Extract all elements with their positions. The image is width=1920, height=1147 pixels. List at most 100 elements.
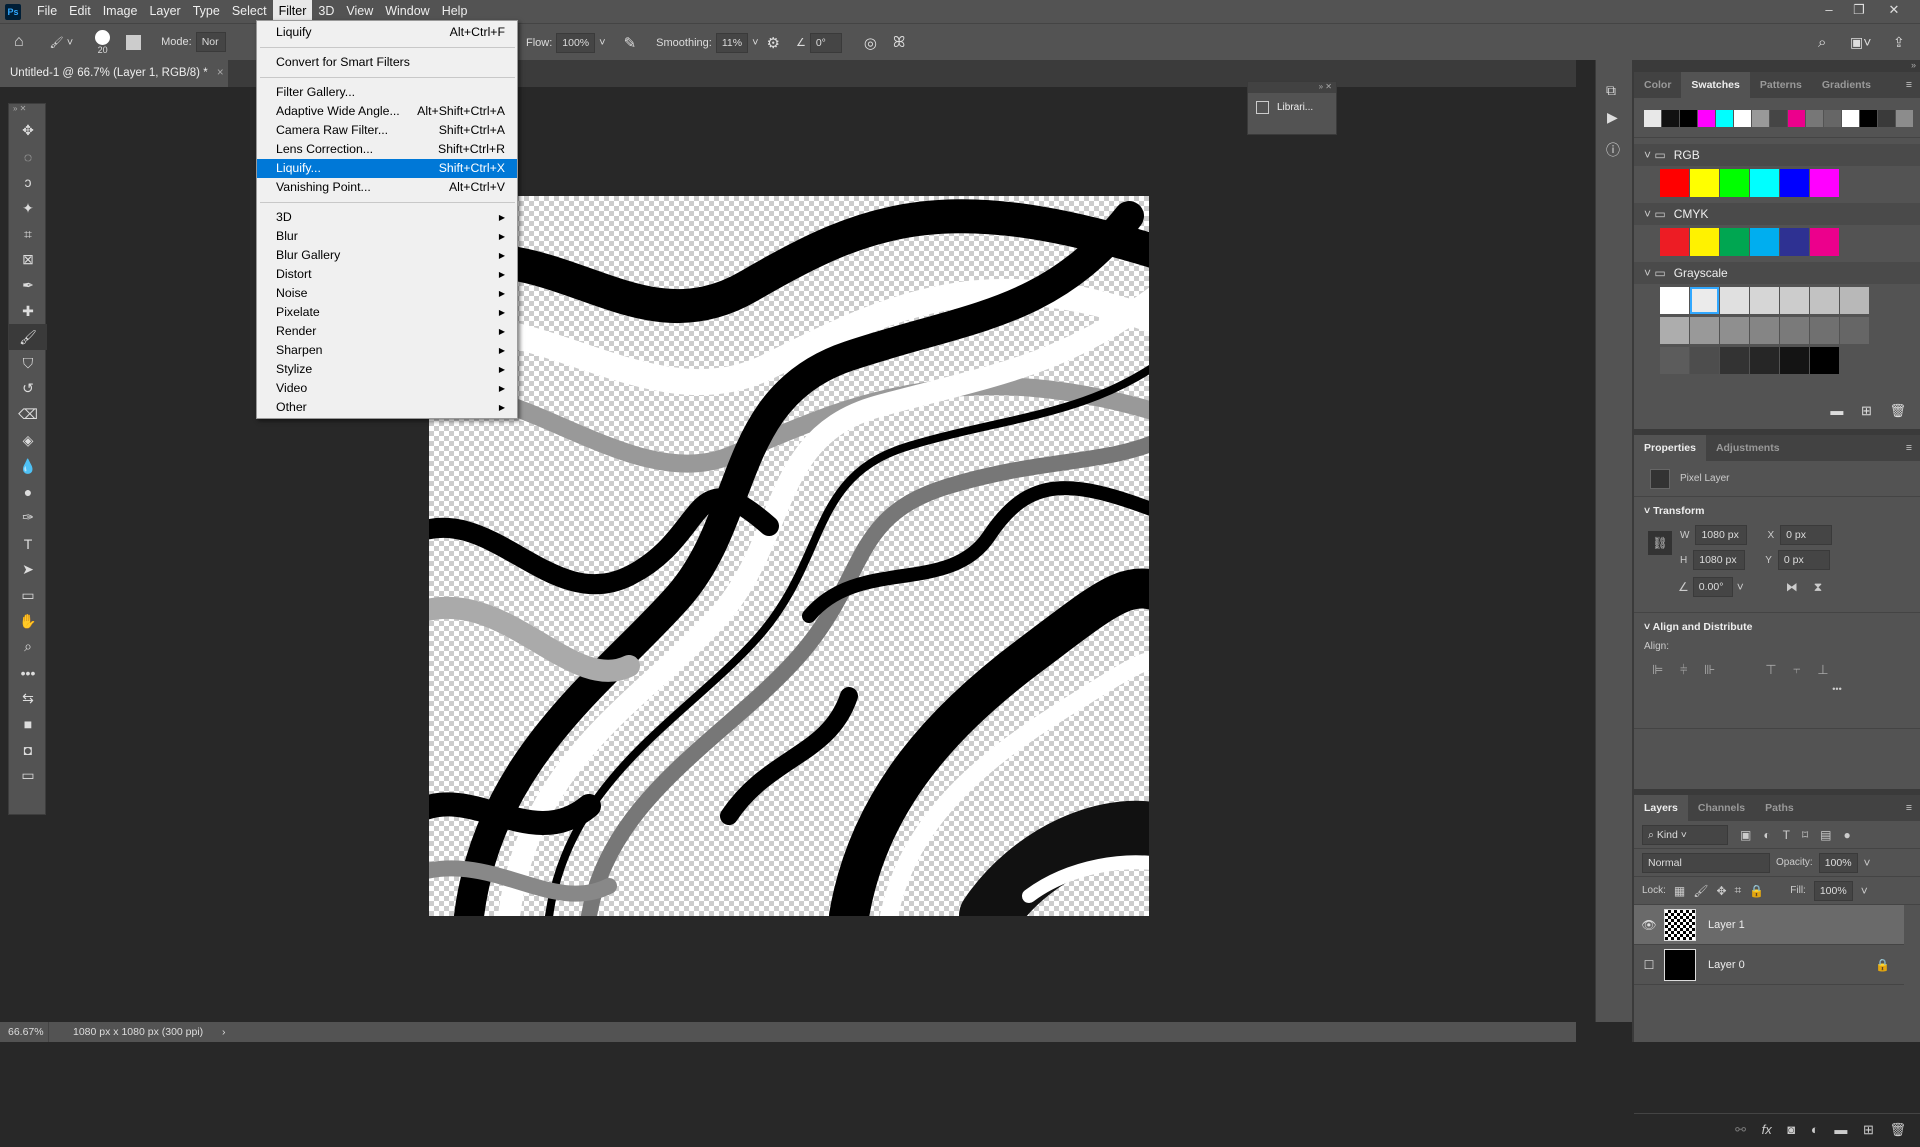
blend-mode-select[interactable]: Normal <box>1642 852 1770 873</box>
lock-all-icon[interactable]: 🔒 <box>1749 884 1764 898</box>
flip-vertical-icon[interactable]: ⧗ <box>1814 580 1822 595</box>
submenu-other[interactable]: Other ▶ <box>257 398 517 417</box>
smoothing-input[interactable]: 11% <box>715 32 749 53</box>
swatch[interactable] <box>1720 287 1749 314</box>
swatch[interactable] <box>1780 169 1809 197</box>
swatch[interactable] <box>1750 169 1779 197</box>
swatch[interactable] <box>1660 228 1689 256</box>
tab-channels[interactable]: Channels <box>1688 795 1755 821</box>
brush-tool-preset-icon[interactable]: 🖌 ˅ <box>50 36 73 49</box>
swatch[interactable] <box>1810 347 1839 374</box>
align-vcenter-icon[interactable]: ⫟ <box>1793 662 1800 677</box>
crop-tool[interactable]: ⌗ <box>9 221 47 247</box>
width-input[interactable]: 1080 px <box>1695 525 1748 545</box>
new-layer-icon[interactable]: ⊞ <box>1863 1122 1874 1137</box>
menu-file[interactable]: File <box>31 0 63 23</box>
menu-item[interactable]: Camera Raw Filter... Shift+Ctrl+A <box>257 121 517 140</box>
swatch[interactable] <box>1810 287 1839 314</box>
swatch[interactable] <box>1690 169 1719 197</box>
fill-input[interactable]: 100% <box>1813 880 1853 901</box>
swatch[interactable] <box>1690 317 1719 344</box>
swatch-group-grayscale[interactable]: ˅ ▭ Grayscale <box>1634 262 1920 284</box>
rectangle-tool[interactable]: ▭ <box>9 582 47 608</box>
swatch[interactable] <box>1770 110 1787 127</box>
paint-bucket-tool[interactable]: ◈ <box>9 428 47 454</box>
hand-tool[interactable]: ✋ <box>9 608 47 634</box>
brush-tool[interactable]: 🖌 <box>9 324 47 351</box>
panel-menu-icon[interactable]: ≡ <box>1906 72 1920 98</box>
flow-input[interactable]: 100% <box>556 32 596 53</box>
layer-row[interactable]: 👁 Layer 1 <box>1634 905 1904 945</box>
swatch[interactable] <box>1840 317 1869 344</box>
swatch[interactable] <box>1690 228 1719 256</box>
swatch-group-rgb[interactable]: ˅ ▭ RGB <box>1634 144 1920 166</box>
swatch[interactable] <box>1716 110 1733 127</box>
swatch[interactable] <box>1660 347 1689 374</box>
status-menu-arrow[interactable]: › <box>222 1022 226 1042</box>
tab-adjustments[interactable]: Adjustments <box>1706 435 1790 461</box>
pressure-size-icon[interactable]: ◎ <box>864 34 877 52</box>
home-icon[interactable]: ⌂ <box>14 33 24 51</box>
link-layers-icon[interactable]: ⚯ <box>1735 1122 1746 1137</box>
menu-edit[interactable]: Edit <box>63 0 97 23</box>
eraser-tool[interactable]: ⌫ <box>9 402 47 428</box>
swatch[interactable] <box>1806 110 1823 127</box>
menu-layer[interactable]: Layer <box>143 0 186 23</box>
adjustment-layer-icon[interactable]: ◐ <box>1811 1122 1819 1137</box>
swatch[interactable] <box>1780 317 1809 344</box>
filter-adjustment-icon[interactable]: ◐ <box>1763 828 1770 842</box>
flip-horizontal-icon[interactable]: ⧓ <box>1786 580 1798 594</box>
airbrush-icon[interactable]: ✎ <box>624 34 637 52</box>
tab-color[interactable]: Color <box>1634 72 1681 98</box>
fx-icon[interactable]: fx <box>1762 1122 1772 1137</box>
menu-item[interactable]: Liquify Alt+Ctrl+F <box>257 23 517 42</box>
symmetry-icon[interactable]: ꕤ <box>893 34 905 51</box>
tab-layers[interactable]: Layers <box>1634 795 1688 821</box>
frame-tool[interactable]: ⊠ <box>9 247 47 273</box>
magic-wand-tool[interactable]: ✦ <box>9 195 47 221</box>
dodge-tool[interactable]: ● <box>9 479 47 505</box>
minimize-button[interactable]: – <box>1815 0 1843 23</box>
delete-swatch-icon[interactable]: 🗑 <box>1889 403 1906 418</box>
zoom-tool[interactable]: ⌕ <box>9 634 47 660</box>
swatch[interactable] <box>1698 110 1715 127</box>
screen-mode[interactable]: ▭ <box>9 763 47 789</box>
mode-select[interactable]: Nor <box>195 32 226 52</box>
new-group-icon[interactable]: ▬ <box>1834 1122 1847 1137</box>
type-tool[interactable]: T <box>9 531 47 557</box>
swatch[interactable] <box>1860 110 1877 127</box>
zoom-level[interactable]: 66.67% <box>8 1022 44 1042</box>
link-dimensions-icon[interactable]: ⛓ <box>1648 531 1672 555</box>
swatch[interactable] <box>1644 110 1661 127</box>
swatch[interactable] <box>1750 347 1779 374</box>
align-section-header[interactable]: ˅ Align and Distribute <box>1644 621 1910 633</box>
tab-paths[interactable]: Paths <box>1755 795 1804 821</box>
submenu-stylize[interactable]: Stylize ▶ <box>257 360 517 379</box>
align-left-icon[interactable]: ⊫ <box>1652 662 1663 677</box>
swatch[interactable] <box>1752 110 1769 127</box>
swatch[interactable] <box>1840 287 1869 314</box>
visibility-eye-icon[interactable]: 👁 <box>1634 918 1664 932</box>
swatch[interactable] <box>1780 228 1809 256</box>
swatch[interactable] <box>1824 110 1841 127</box>
layer-filter-kind-select[interactable]: ⌕ Kind ˅ <box>1642 824 1728 845</box>
swatch[interactable] <box>1690 287 1719 314</box>
menu-item[interactable]: Lens Correction... Shift+Ctrl+R <box>257 140 517 159</box>
smoothing-gear-icon[interactable]: ⚙ <box>767 34 780 52</box>
swatch[interactable] <box>1896 110 1913 127</box>
blur-tool[interactable]: 💧 <box>9 453 47 479</box>
filter-smart-object-icon[interactable]: ▤ <box>1820 828 1831 842</box>
swatch[interactable] <box>1690 347 1719 374</box>
panel-menu-icon[interactable]: ≡ <box>1906 435 1920 461</box>
menu-item[interactable]: Adaptive Wide Angle... Alt+Shift+Ctrl+A <box>257 102 517 121</box>
lock-image-icon[interactable]: 🖌 <box>1693 884 1708 898</box>
swatch[interactable] <box>1810 228 1839 256</box>
clone-stamp-tool[interactable]: ⛉ <box>9 350 47 376</box>
new-swatch-icon[interactable]: ⊞ <box>1861 403 1872 418</box>
visibility-eye-icon[interactable]: ☐ <box>1634 958 1664 972</box>
swatch[interactable] <box>1660 169 1689 197</box>
menu-item[interactable]: Liquify... Shift+Ctrl+X <box>257 159 517 178</box>
more-options-button[interactable]: ••• <box>1644 684 1910 694</box>
submenu-blur-gallery[interactable]: Blur Gallery ▶ <box>257 246 517 265</box>
transform-section-header[interactable]: ˅ Transform <box>1644 505 1910 517</box>
